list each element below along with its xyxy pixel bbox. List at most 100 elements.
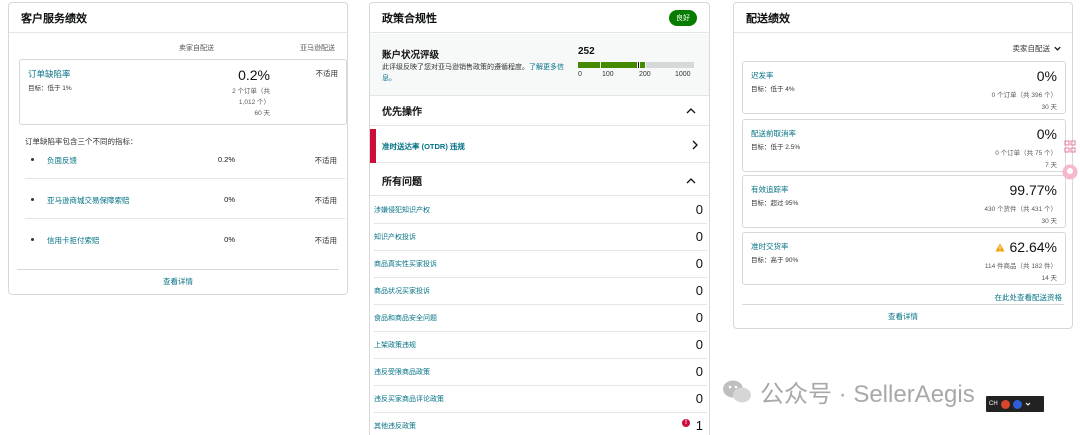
issue-row: 上架政策违规 0 [374,332,707,359]
health-score: 252 [578,46,595,57]
column-headers: 卖家自配送 亚马逊配送 [9,43,347,55]
watermark-text: 公众号 · SellerAegis [760,381,975,408]
issue-row: 违反买家商品评论政策 0 [374,386,707,413]
customer-service-card: 客户服务绩效 卖家自配送 亚马逊配送 订单缺陷率 目标：低于 1% 0.2% 2… [8,2,348,295]
metric-value: 0% [1037,126,1057,142]
view-details-link[interactable]: 查看详情 [742,304,1064,322]
metric-value: 0% [1037,68,1057,84]
issue-link[interactable]: 食品和商品安全问题 [374,313,437,323]
odr-link[interactable]: 订单缺陷率 [28,68,71,80]
bullet [31,158,34,161]
metric-box-on-time-delivery: 准时交货率 目标：高于 90% 62.64% 114 件商品（共 182 件） … [742,232,1066,285]
metric-amazon-value: 不适用 [314,156,338,165]
metric-target: 目标：低于 4% [751,86,795,93]
metric-days: 7 天 [1045,162,1057,169]
issue-count: 0 [695,283,703,298]
issue-link[interactable]: 上架政策违规 [374,340,416,350]
metric-value: 0% [224,195,235,204]
tick-label: 1000 [675,71,691,78]
ime-s-icon[interactable] [1000,399,1010,409]
metric-days: 30 天 [1041,104,1057,111]
issue-link[interactable]: 违反买家商品评论政策 [374,394,444,404]
metric-value-text: 0% [1036,126,1057,142]
issue-row: 涉嫌侵犯知识产权 0 [374,197,707,224]
col-amazon-fulfilled: 亚马逊配送 [300,45,335,52]
issue-count: 1 [695,418,703,433]
alert-bar [370,129,376,163]
policy-compliance-card: 政策合规性 良好 账户状况评级 此评级反映了您对亚马逊销售政策的遵循程度。了解更… [369,2,710,435]
metric-target: 目标：超过 95% [751,200,799,207]
metric-link[interactable]: 负面反馈 [47,155,77,166]
issue-link[interactable]: 涉嫌侵犯知识产权 [374,205,430,215]
issue-count: 0 [695,202,703,217]
chevron-down-icon[interactable] [1025,401,1031,407]
metric-row-chargeback: 信用卡拒付索赔 0% 不适用 [25,219,345,259]
metric-value: 99.77% [1010,182,1057,198]
priority-actions-header[interactable]: 优先操作 [370,96,709,126]
issue-link[interactable]: 其他违反政策 [374,421,416,431]
issue-link[interactable]: 商品真实性买家投诉 [374,259,437,269]
issue-row: 知识产权投诉 0 [374,224,707,251]
metric-amazon-value: 不适用 [314,236,338,245]
metric-detail: 0 个订单（共 396 个） [991,92,1057,99]
issue-count: 0 [695,337,703,352]
chevron-right-icon[interactable] [689,138,701,152]
side-toolbar [1062,140,1078,182]
all-issues-header[interactable]: 所有问题 [370,166,709,196]
help-icon[interactable] [1012,399,1022,409]
issue-link[interactable]: 知识产权投诉 [374,232,416,242]
metric-detail: 0 个订单（共 75 个） [995,150,1057,157]
metric-value-text: 62.64% [1009,239,1057,255]
metric-link[interactable]: 迟发率 [751,70,774,81]
status-badge: 良好 [669,9,697,26]
bar-segment [640,62,646,68]
watermark: 公众号 · SellerAegis [722,374,975,409]
metric-value: 0.2% [217,155,235,164]
odr-detail-line: 2 个订单（共 [232,88,270,95]
metric-link[interactable]: 信用卡拒付索赔 [47,235,100,246]
metric-box-late-shipment: 迟发率 目标：低于 4% 0% 0 个订单（共 396 个） 30 天 [742,61,1066,114]
grid-icon[interactable] [1064,140,1076,154]
chevron-up-icon[interactable] [685,175,697,187]
issue-row: 商品状况买家投诉 0 [374,278,707,305]
view-details-link[interactable]: 查看详情 [17,269,339,287]
fulfillment-select[interactable]: 卖家自配送 [1013,43,1063,54]
issue-count: 0 [695,229,703,244]
health-ticks: 0 100 200 1000 [578,71,700,81]
card-header: 配送绩效 [734,3,1072,33]
issue-row: 商品真实性买家投诉 0 [374,251,707,278]
ime-language[interactable]: CH [989,401,998,407]
shipping-performance-card: 配送绩效 卖家自配送 迟发率 目标：低于 4% 0% 0 个订单（共 396 个… [733,2,1073,329]
health-description: 此评级反映了您对亚马逊销售政策的遵循程度。了解更多信息。 [382,62,567,84]
health-bar [578,62,695,68]
bullet [31,238,34,241]
metric-link[interactable]: 准时交货率 [751,241,789,252]
shipping-eligibility-link[interactable]: 在此处查看配送资格 [995,292,1063,303]
metric-value-text: 99.77% [1009,182,1057,198]
tick-label: 100 [602,71,614,78]
metric-link[interactable]: 配送前取消率 [751,128,796,139]
card-title: 政策合规性 [382,12,437,25]
issue-link[interactable]: 商品状况买家投诉 [374,286,430,296]
fulfillment-select-value: 卖家自配送 [1012,44,1051,53]
card-header: 客户服务绩效 [9,3,347,33]
priority-item-otdr[interactable]: 准时送达率 (OTDR) 违规 [370,129,709,163]
card-title: 配送绩效 [746,12,790,25]
issue-link[interactable]: 违反受限商品政策 [374,367,430,377]
metric-amazon-value: 不适用 [314,196,338,205]
metric-row-negative-feedback: 负面反馈 0.2% 不适用 [25,139,345,179]
avatar-icon[interactable] [1062,164,1078,180]
issue-row: 食品和商品安全问题 0 [374,305,707,332]
priority-item-link[interactable]: 准时送达率 (OTDR) 违规 [382,141,465,152]
metric-value: 62.64% [995,239,1057,255]
chevron-up-icon[interactable] [685,105,697,117]
odr-target: 目标：低于 1% [28,85,72,92]
wechat-icon [723,380,751,402]
odr-detail-line: 1,012 个） [238,99,270,106]
metric-link[interactable]: 亚马逊商城交易保障索赔 [47,195,130,206]
metric-link[interactable]: 有效追踪率 [751,184,789,195]
metric-days: 14 天 [1041,275,1057,282]
odr-box: 订单缺陷率 目标：低于 1% 0.2% 2 个订单（共 1,012 个） 60 … [19,59,347,125]
score-marker [637,62,640,68]
chevron-down-icon [1054,46,1061,51]
